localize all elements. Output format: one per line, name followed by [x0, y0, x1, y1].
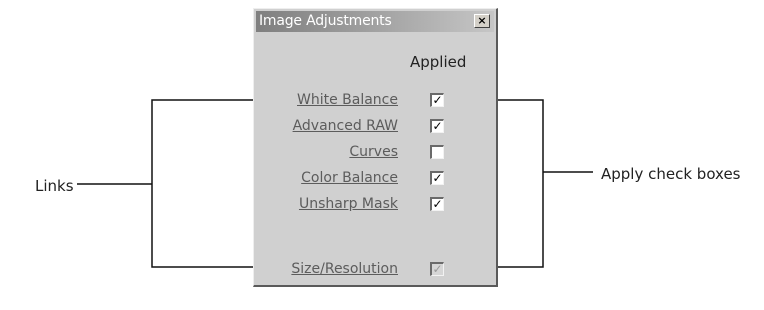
white-balance-checkbox[interactable]: ✓	[430, 93, 444, 107]
apply-check-boxes-callout-label: Apply check boxes	[601, 165, 741, 183]
adjustment-row-curves: Curves	[254, 142, 496, 166]
advanced-raw-checkbox[interactable]: ✓	[430, 119, 444, 133]
color-balance-checkbox[interactable]: ✓	[430, 171, 444, 185]
title-bar[interactable]: Image Adjustments ×	[256, 11, 494, 32]
curves-checkbox[interactable]	[430, 145, 444, 159]
applied-column-header: Applied	[410, 53, 467, 71]
white-balance-link[interactable]: White Balance	[297, 92, 398, 108]
unsharp-mask-link[interactable]: Unsharp Mask	[299, 196, 398, 212]
curves-link[interactable]: Curves	[349, 144, 398, 160]
adjustment-row-advanced-raw: Advanced RAW ✓	[254, 116, 496, 140]
adjustment-row-color-balance: Color Balance ✓	[254, 168, 496, 192]
close-button[interactable]: ×	[474, 14, 490, 28]
close-icon: ×	[477, 14, 487, 27]
color-balance-link[interactable]: Color Balance	[301, 170, 398, 186]
advanced-raw-link[interactable]: Advanced RAW	[293, 118, 398, 134]
adjustment-row-unsharp-mask: Unsharp Mask ✓	[254, 194, 496, 218]
image-adjustments-window: Image Adjustments × Applied White Balanc…	[253, 8, 498, 287]
size-resolution-link[interactable]: Size/Resolution	[291, 261, 398, 277]
links-callout-label: Links	[35, 177, 74, 195]
adjustment-row-white-balance: White Balance ✓	[254, 90, 496, 114]
unsharp-mask-checkbox[interactable]: ✓	[430, 197, 444, 211]
window-title: Image Adjustments	[259, 13, 392, 29]
size-resolution-checkbox: ✓	[430, 262, 444, 276]
links-bracket	[151, 99, 268, 268]
adjustment-row-size-resolution: Size/Resolution ✓	[254, 259, 496, 283]
